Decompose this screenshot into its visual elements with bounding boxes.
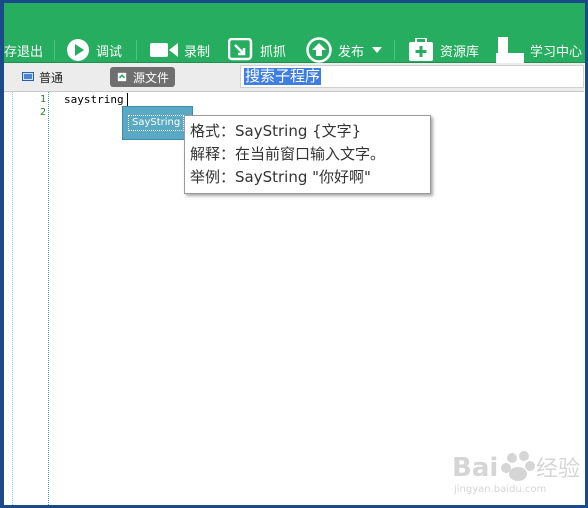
search-input-value: 搜索子程序 [244,67,322,85]
tab-source-file[interactable]: 源文件 [110,67,176,87]
publish-icon [306,37,332,63]
subroutine-search-input[interactable]: 搜索子程序 [240,65,584,88]
save-exit-button[interactable]: 存退出 [4,36,43,64]
source-file-icon [117,72,127,82]
record-button[interactable]: 录制 [150,36,210,64]
toolbar-divider [394,40,395,60]
autocomplete-item[interactable]: SayString [128,115,185,131]
learning-center-button[interactable]: 学习中心 [496,36,582,64]
editor-tab-bar: 普通 源文件 搜索子程序 [4,63,584,92]
resource-box-icon [409,38,433,61]
svg-text:Bai: Bai [452,453,498,483]
tab-normal-label: 普通 [39,70,64,85]
capture-button[interactable]: 抓抓 [228,36,286,64]
monitor-icon [22,72,34,81]
tab-source-file-label: 源文件 [133,70,170,85]
line-number-gutter: 1 2 [4,92,49,505]
record-label: 录制 [184,44,211,60]
autocomplete-popup[interactable]: SayString [122,106,193,140]
capture-icon [228,38,253,61]
resource-library-label: 资源库 [440,44,480,60]
main-toolbar: 存退出 调试 录制 抓抓 发布 资源库 学习中心 [0,0,588,63]
tooltip-format: 格式：SayString {文字} [190,122,362,140]
play-icon [67,39,89,61]
watermark-url: jingyan.baidu.com [453,484,546,495]
capture-label: 抓抓 [260,44,287,60]
debug-button[interactable]: 调试 [66,36,122,64]
command-help-tooltip: 格式：SayString {文字} 解释：在当前窗口输入文字。 举例：SaySt… [184,115,431,194]
tab-normal[interactable]: 普通 [16,67,69,87]
publish-button[interactable]: 发布 [306,36,383,64]
video-camera-icon [150,43,178,57]
line-number: 2 [39,107,46,118]
text-caret [127,93,128,107]
code-line-1[interactable]: saystring [64,93,124,106]
publish-label: 发布 [338,44,365,60]
save-exit-label: 存退出 [4,44,44,60]
learning-center-icon [496,37,524,63]
toolbar-divider [54,40,55,60]
tooltip-example: 举例：SayString "你好啊" [190,168,371,186]
resource-library-button[interactable]: 资源库 [408,36,479,64]
chevron-down-icon[interactable] [372,47,383,53]
debug-label: 调试 [96,44,123,60]
learning-center-label: 学习中心 [530,44,583,60]
baidu-jingyan-watermark: Bai 经验 jingyan.baidu.com [452,451,580,495]
indent-guide [12,92,13,505]
tooltip-explanation: 解释：在当前窗口输入文字。 [190,145,386,163]
svg-text:经验: 经验 [536,457,580,482]
line-number: 1 [39,94,46,105]
toolbar-divider [136,40,137,60]
